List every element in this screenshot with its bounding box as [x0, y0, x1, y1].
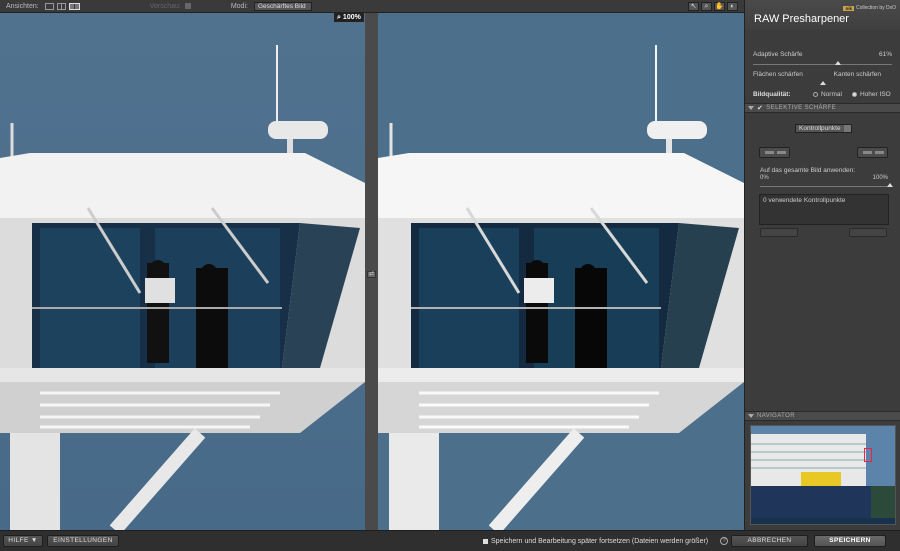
area-sharpen-label: Flächen schärfen	[753, 71, 803, 78]
dropdown-arrow-icon	[844, 125, 851, 132]
checkmark-icon[interactable]: ✔	[757, 104, 763, 112]
save-later-label: Speichern und Bearbeitung später fortset…	[491, 538, 709, 545]
preview-checkbox[interactable]	[184, 3, 191, 9]
mode-label: Modi:	[230, 2, 248, 10]
controlpoint-count: 0 verwendete Kontrollpunkte	[763, 197, 846, 204]
ship-bridge-image-before	[0, 13, 365, 530]
sharpness-label: Adaptive Schärfe	[753, 51, 803, 58]
navigator-thumbnail[interactable]	[750, 425, 896, 525]
ship-bridge-image-after	[378, 13, 744, 530]
add-positive-controlpoint-button[interactable]	[857, 147, 888, 158]
quality-normal-radio[interactable]	[813, 91, 818, 97]
selective-sharpening-header[interactable]: ✔ SELEKTIVE SCHÄRFE	[745, 103, 900, 113]
save-later-option[interactable]: Speichern und Bearbeitung später fortset…	[483, 538, 708, 545]
navigator-header[interactable]: NAVIGATOR	[745, 411, 900, 421]
add-negative-controlpoint-button[interactable]	[759, 147, 790, 158]
pointer-tool-icon[interactable]: ↖	[688, 2, 699, 11]
sharpness-slider-thumb[interactable]	[834, 61, 841, 65]
brand-text: Collection by DxO	[855, 5, 896, 11]
delete-controlpoint-button[interactable]	[760, 228, 798, 237]
background-tool-icon[interactable]: ◐	[727, 2, 738, 11]
zoom-indicator[interactable]: ⌕ 100%	[334, 13, 364, 22]
quality-iso-label: Hoher ISO	[860, 91, 891, 98]
image-pane-after[interactable]	[378, 13, 744, 530]
app-window: Ansichten: Vorschau: Modi: Geschärftes B…	[0, 0, 900, 551]
side-by-side-view-icon[interactable]	[68, 2, 80, 10]
pan-tool-icon[interactable]: ✋	[714, 2, 725, 11]
sharpness-value: 61%	[878, 51, 892, 58]
panel-title: RAW Presharpener	[754, 13, 849, 25]
apply-whole-image-label: Auf das gesamte Bild anwenden:	[760, 167, 856, 174]
zoom-tool-icon[interactable]: ⌕	[701, 2, 712, 11]
help-icon[interactable]: ?	[720, 537, 728, 545]
collapse-icon	[748, 414, 754, 418]
apply-slider-thumb[interactable]	[887, 183, 893, 187]
filter-panel: nik Collection by DxO RAW Presharpener A…	[744, 0, 900, 530]
controlpoint-list[interactable]: 0 verwendete Kontrollpunkte	[759, 194, 889, 225]
controlpoint-select-label: Kontrollpunkte	[799, 125, 841, 132]
panel-header: nik Collection by DxO RAW Presharpener	[745, 0, 900, 30]
quality-label: Bildqualität:	[753, 91, 791, 98]
view-label: Ansichten:	[6, 2, 39, 10]
quality-row: Bildqualität: Normal Hoher ISO	[753, 91, 892, 102]
sharpness-row: Adaptive Schärfe 61%	[753, 51, 892, 62]
magnifier-icon: ⌕	[337, 13, 341, 21]
swap-panes-icon[interactable]: ⇄	[367, 271, 376, 278]
quality-normal-label: Normal	[821, 91, 842, 98]
plus-icon	[875, 151, 884, 154]
mode-select[interactable]: Geschärftes Bild	[253, 1, 312, 11]
apply-max-label: 100%	[872, 175, 888, 181]
save-button[interactable]: SPEICHERN	[814, 535, 886, 547]
quality-normal-option[interactable]: Normal	[813, 91, 842, 98]
help-button[interactable]: HILFE ▼	[3, 535, 43, 547]
global-settings: Adaptive Schärfe 61% Flächen schärfen Ka…	[745, 51, 900, 102]
edge-sharpen-label: Kanten schärfen	[833, 71, 881, 78]
bottom-bar: HILFE ▼ EINSTELLUNGEN Speichern und Bear…	[0, 530, 900, 551]
apply-whole-image-slider[interactable]	[760, 183, 893, 187]
nik-logo-icon: nik	[843, 5, 854, 11]
brand: nik Collection by DxO	[843, 5, 896, 11]
navigator-viewport-rect[interactable]	[864, 448, 872, 462]
quality-iso-option[interactable]: Hoher ISO	[852, 91, 891, 98]
ship-thumbnail-image	[751, 426, 895, 524]
split-view-icon[interactable]	[56, 2, 66, 10]
quality-iso-radio[interactable]	[852, 91, 857, 97]
controlpoint-icon	[863, 151, 872, 154]
preview-label: Vorschau:	[149, 2, 181, 10]
settings-button[interactable]: EINSTELLUNGEN	[47, 535, 119, 547]
collapse-icon	[748, 106, 754, 110]
edge-balance-slider-thumb[interactable]	[819, 81, 826, 85]
zoom-level: 100%	[342, 14, 361, 21]
save-later-checkbox[interactable]	[483, 539, 488, 544]
image-pane-before[interactable]	[0, 13, 365, 530]
cancel-button[interactable]: ABBRECHEN	[731, 535, 808, 547]
controlpoint-select[interactable]: Kontrollpunkte	[795, 124, 852, 133]
sharpness-slider[interactable]	[753, 61, 892, 65]
controlpoint-icon	[777, 151, 786, 154]
single-view-icon[interactable]	[44, 2, 54, 10]
navigator-title: NAVIGATOR	[757, 413, 795, 419]
minus-icon	[765, 151, 774, 154]
apply-min-label: 0%	[760, 175, 769, 181]
pane-divider[interactable]: ⇄	[365, 13, 378, 530]
reset-controlpoint-button[interactable]	[849, 228, 887, 237]
top-toolbar: Ansichten: Vorschau: Modi: Geschärftes B…	[0, 0, 744, 13]
edge-balance-slider[interactable]	[753, 81, 892, 85]
tool-group: ↖ ⌕ ✋ ◐	[688, 2, 738, 11]
selective-title: SELEKTIVE SCHÄRFE	[766, 105, 837, 111]
